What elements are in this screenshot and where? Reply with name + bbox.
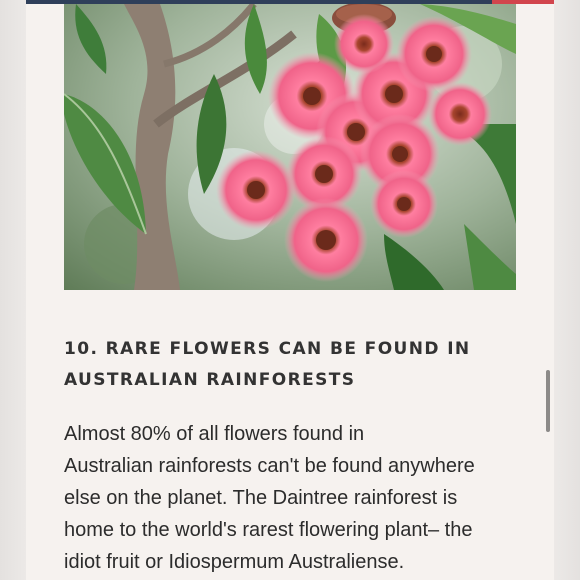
heading-line-2: AUSTRALIAN RAINFORESTS <box>64 370 356 390</box>
article-heading: 10. RARE FLOWERS CAN BE FOUND IN AUSTRAL… <box>64 334 524 396</box>
article-body: Almost 80% of all flowers found in Austr… <box>64 418 524 578</box>
body-line-4: home to the world's rarest flowering pla… <box>64 519 473 541</box>
body-line-5: idiot fruit or Idiospermum Australiense. <box>64 551 405 573</box>
article-section: 10. RARE FLOWERS CAN BE FOUND IN AUSTRAL… <box>64 334 524 578</box>
heading-line-1: 10. RARE FLOWERS CAN BE FOUND IN <box>64 339 471 359</box>
page: 10. RARE FLOWERS CAN BE FOUND IN AUSTRAL… <box>0 0 580 580</box>
scrollbar-thumb[interactable] <box>546 370 550 432</box>
body-line-1: Almost 80% of all flowers found in <box>64 423 365 445</box>
body-line-3: else on the planet. The Daintree rainfor… <box>64 487 458 509</box>
flowering-gum-photo <box>64 4 516 290</box>
body-line-2: Australian rainforests can't be found an… <box>64 455 475 477</box>
